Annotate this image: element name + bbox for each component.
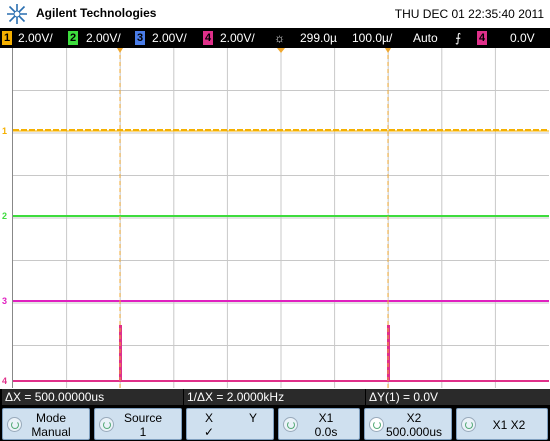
ch3-badge[interactable]: 3 (135, 31, 145, 45)
x2-title: X2 (406, 411, 422, 425)
mode-value: Manual (31, 425, 71, 439)
xy-softkey[interactable]: X Y ✓ (186, 408, 274, 440)
source-title: Source (123, 411, 163, 425)
trigger-source-badge[interactable]: 4 (477, 31, 487, 45)
agilent-logo-icon (7, 4, 27, 24)
y-label: Y (248, 411, 257, 425)
cursor-measurements: ΔX = 500.00000us 1/ΔX = 2.0000kHz ΔY(1) … (0, 389, 550, 405)
ch3-scale: 2.00V/ (152, 31, 187, 45)
cursor-x2-marker-icon (385, 48, 391, 53)
waveform-grid (13, 48, 549, 388)
mode-title: Mode (35, 411, 67, 425)
x2-softkey[interactable]: X2 500.000us (364, 408, 452, 440)
ch4-badge[interactable]: 4 (203, 31, 213, 45)
channel-status-bar: 1 2.00V/ 2 2.00V/ 3 2.00V/ 4 2.00V/ ☼ 29… (0, 28, 550, 48)
x1-x2-label: X1 X2 (492, 418, 526, 432)
x-label: X (204, 411, 213, 425)
waveform-display[interactable] (12, 48, 549, 388)
delta-y-readout: ΔY(1) = 0.0V (366, 389, 550, 405)
ch1-ground-marker[interactable]: 1 (2, 127, 7, 136)
graticule (13, 48, 549, 388)
x1-x2-softkey[interactable]: X1 X2 (456, 408, 548, 440)
trigger-level: 0.0V (510, 31, 535, 45)
x1-value: 0.0s (314, 425, 338, 439)
cursor-x1-marker-icon (117, 48, 123, 53)
ch2-ground-marker[interactable]: 2 (2, 212, 7, 221)
x1-title: X1 (318, 411, 334, 425)
ch1-badge[interactable]: 1 (2, 31, 12, 45)
ch2-badge[interactable]: 2 (68, 31, 78, 45)
title-bar: Agilent Technologies THU DEC 01 22:35:40… (0, 0, 550, 28)
x-selected-check-icon: ✓ (203, 425, 215, 439)
x1-softkey[interactable]: X1 0.0s (278, 408, 360, 440)
timebase-value: 100.0µ/ (352, 31, 393, 45)
brand-name: Agilent Technologies (36, 6, 157, 20)
acquire-mode: Auto (413, 31, 438, 45)
x2-value: 500.000us (385, 425, 443, 439)
trigger-edge-icon: ⨍ (455, 31, 462, 45)
delay-value: 299.0µ (300, 31, 337, 45)
source-value: 1 (139, 425, 147, 439)
source-softkey[interactable]: Source 1 (94, 408, 182, 440)
ch1-scale: 2.00V/ (18, 31, 53, 45)
inverse-delta-x-readout: 1/ΔX = 2.0000kHz (184, 389, 365, 405)
ch4-ground-marker[interactable]: 4 (2, 377, 7, 386)
trigger-position-marker-icon (277, 48, 285, 53)
trigger-position-icon: ☼ (274, 31, 285, 45)
date-time: THU DEC 01 22:35:40 2011 (394, 7, 544, 21)
ch4-scale: 2.00V/ (220, 31, 255, 45)
ch2-scale: 2.00V/ (86, 31, 121, 45)
mode-softkey[interactable]: Mode Manual (2, 408, 90, 440)
ch3-ground-marker[interactable]: 3 (2, 297, 7, 306)
softkey-bar: Mode Manual Source 1 X Y ✓ X1 0.0s X2 50… (0, 405, 550, 441)
delta-x-readout: ΔX = 500.00000us (2, 389, 183, 405)
